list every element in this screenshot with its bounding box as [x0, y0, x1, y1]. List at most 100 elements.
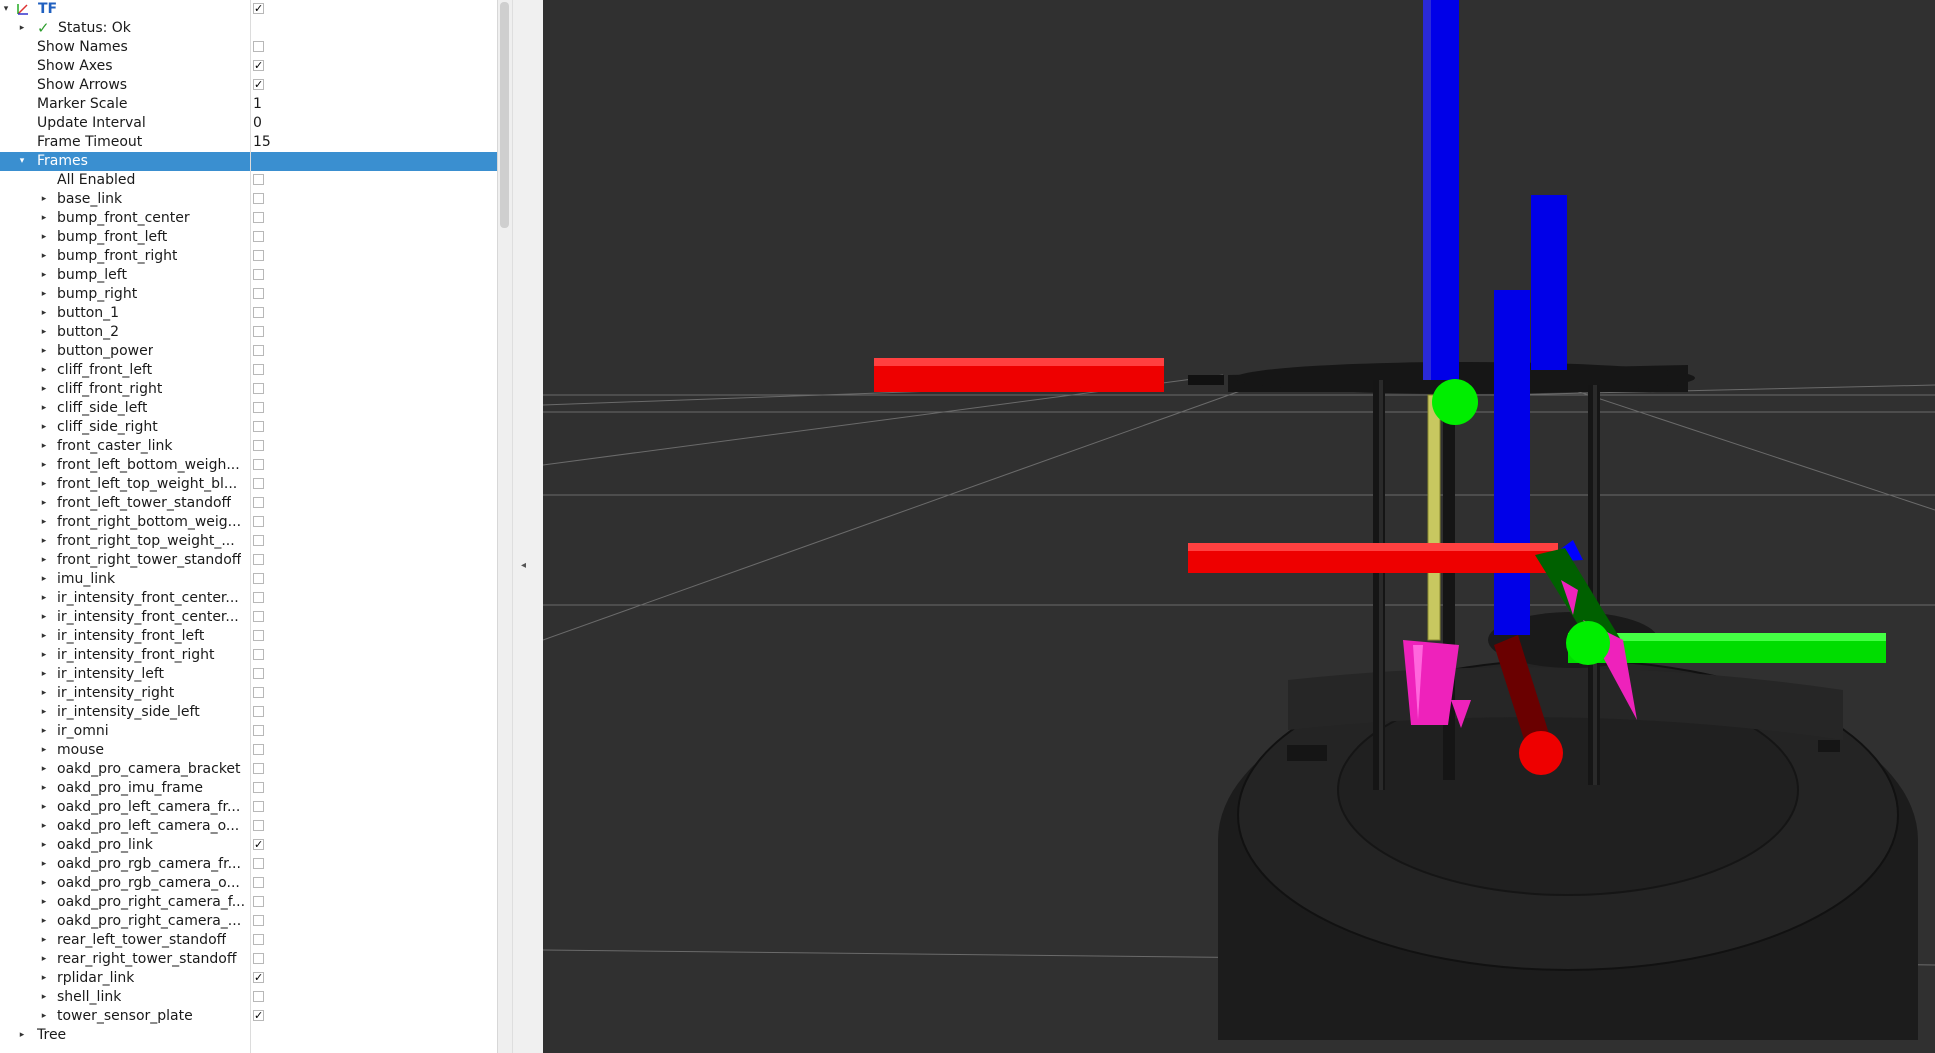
- frame-row[interactable]: ▸ base_link: [0, 190, 497, 209]
- marker-scale-value[interactable]: 1: [253, 95, 262, 114]
- frame-row[interactable]: ▸ bump_front_center: [0, 209, 497, 228]
- frame-enabled-checkbox[interactable]: [253, 307, 264, 318]
- expand-arrow-icon[interactable]: ▸: [39, 703, 49, 722]
- frame-enabled-checkbox[interactable]: [253, 763, 264, 774]
- frame-row[interactable]: ▸ imu_link: [0, 570, 497, 589]
- frame-row[interactable]: ▸ ir_intensity_front_center...: [0, 608, 497, 627]
- frame-enabled-checkbox[interactable]: [253, 744, 264, 755]
- expand-arrow-icon[interactable]: ▸: [39, 418, 49, 437]
- expand-arrow-icon[interactable]: ▸: [39, 342, 49, 361]
- frame-row[interactable]: ▸ front_left_tower_standoff: [0, 494, 497, 513]
- frame-row[interactable]: ▸ oakd_pro_camera_bracket: [0, 760, 497, 779]
- frame-row[interactable]: ▸ oakd_pro_right_camera_...: [0, 912, 497, 931]
- expand-arrow-icon[interactable]: ▸: [39, 798, 49, 817]
- frame-enabled-checkbox[interactable]: [253, 858, 264, 869]
- expand-arrow-icon[interactable]: ▸: [39, 931, 49, 950]
- frame-enabled-checkbox[interactable]: [253, 611, 264, 622]
- frame-enabled-checkbox[interactable]: [253, 516, 264, 527]
- expand-arrow-icon[interactable]: ▸: [39, 437, 49, 456]
- frame-enabled-checkbox[interactable]: [253, 649, 264, 660]
- frame-enabled-checkbox[interactable]: [253, 402, 264, 413]
- frame-row[interactable]: ▸ bump_right: [0, 285, 497, 304]
- all-enabled-row[interactable]: All Enabled: [0, 171, 497, 190]
- expand-arrow-icon[interactable]: ▸: [39, 1007, 49, 1026]
- panel-scrollbar[interactable]: [497, 0, 512, 1053]
- frame-enabled-checkbox[interactable]: [253, 782, 264, 793]
- frame-row[interactable]: ▸ front_right_top_weight_...: [0, 532, 497, 551]
- frame-enabled-checkbox[interactable]: [253, 497, 264, 508]
- frame-enabled-checkbox[interactable]: [253, 326, 264, 337]
- expand-arrow-icon[interactable]: ▸: [39, 475, 49, 494]
- property-row-update-interval[interactable]: Update Interval 0: [0, 114, 497, 133]
- frame-enabled-checkbox[interactable]: [253, 193, 264, 204]
- frame-enabled-checkbox[interactable]: [253, 573, 264, 584]
- all-enabled-checkbox[interactable]: [253, 174, 264, 185]
- frame-enabled-checkbox[interactable]: ✓: [253, 1010, 264, 1021]
- expand-arrow-icon[interactable]: ▸: [39, 893, 49, 912]
- column-divider[interactable]: [250, 0, 251, 1053]
- property-row-show-axes[interactable]: Show Axes ✓: [0, 57, 497, 76]
- expand-arrow-icon[interactable]: ▸: [39, 361, 49, 380]
- frame-enabled-checkbox[interactable]: [253, 478, 264, 489]
- frame-row[interactable]: ▸ oakd_pro_left_camera_fr...: [0, 798, 497, 817]
- expand-arrow-icon[interactable]: ▸: [39, 494, 49, 513]
- frame-enabled-checkbox[interactable]: [253, 820, 264, 831]
- frame-enabled-checkbox[interactable]: ✓: [253, 972, 264, 983]
- frame-enabled-checkbox[interactable]: [253, 364, 264, 375]
- expand-arrow-icon[interactable]: ▸: [39, 608, 49, 627]
- frame-row[interactable]: ▸ button_1: [0, 304, 497, 323]
- frame-row[interactable]: ▸ cliff_side_right: [0, 418, 497, 437]
- frame-row[interactable]: ▸ front_left_top_weight_bl...: [0, 475, 497, 494]
- frame-enabled-checkbox[interactable]: ✓: [253, 839, 264, 850]
- frame-row[interactable]: ▸ tower_sensor_plate ✓: [0, 1007, 497, 1026]
- frame-enabled-checkbox[interactable]: [253, 687, 264, 698]
- expand-arrow-icon[interactable]: ▸: [39, 627, 49, 646]
- frame-row[interactable]: ▸ ir_intensity_right: [0, 684, 497, 703]
- frame-row[interactable]: ▸ oakd_pro_rgb_camera_o...: [0, 874, 497, 893]
- frame-enabled-checkbox[interactable]: [253, 915, 264, 926]
- frame-enabled-checkbox[interactable]: [253, 231, 264, 242]
- expand-arrow-icon[interactable]: ▸: [39, 646, 49, 665]
- frame-enabled-checkbox[interactable]: [253, 250, 264, 261]
- frame-row[interactable]: ▸ front_right_tower_standoff: [0, 551, 497, 570]
- expand-arrow-icon[interactable]: ▸: [39, 247, 49, 266]
- frame-row[interactable]: ▸ rplidar_link ✓: [0, 969, 497, 988]
- show-arrows-checkbox[interactable]: ✓: [253, 79, 264, 90]
- frame-row[interactable]: ▸ shell_link: [0, 988, 497, 1007]
- frame-enabled-checkbox[interactable]: [253, 288, 264, 299]
- expand-arrow-icon[interactable]: ▸: [39, 969, 49, 988]
- frame-enabled-checkbox[interactable]: [253, 383, 264, 394]
- frame-row[interactable]: ▸ mouse: [0, 741, 497, 760]
- expand-arrow-icon[interactable]: ▸: [17, 1026, 27, 1045]
- frame-row[interactable]: ▸ oakd_pro_rgb_camera_fr...: [0, 855, 497, 874]
- property-row-frame-timeout[interactable]: Frame Timeout 15: [0, 133, 497, 152]
- expand-arrow-icon[interactable]: ▸: [39, 532, 49, 551]
- frame-row[interactable]: ▸ ir_intensity_front_center...: [0, 589, 497, 608]
- frame-enabled-checkbox[interactable]: [253, 440, 264, 451]
- expand-arrow-icon[interactable]: ▸: [39, 836, 49, 855]
- collapse-left-icon[interactable]: ◂: [521, 560, 526, 571]
- frame-enabled-checkbox[interactable]: [253, 877, 264, 888]
- render-scene[interactable]: [543, 0, 1935, 1053]
- frame-enabled-checkbox[interactable]: [253, 706, 264, 717]
- frame-enabled-checkbox[interactable]: [253, 554, 264, 565]
- frame-row[interactable]: ▸ ir_intensity_front_right: [0, 646, 497, 665]
- expand-arrow-icon[interactable]: ▸: [39, 190, 49, 209]
- expand-arrow-icon[interactable]: ▸: [39, 874, 49, 893]
- expand-arrow-icon[interactable]: ▸: [39, 209, 49, 228]
- frame-enabled-checkbox[interactable]: [253, 421, 264, 432]
- expand-arrow-icon[interactable]: ▸: [17, 19, 27, 38]
- expand-arrow-icon[interactable]: ▸: [39, 760, 49, 779]
- expand-arrow-icon[interactable]: ▸: [39, 456, 49, 475]
- expand-arrow-icon[interactable]: ▸: [39, 684, 49, 703]
- frame-row[interactable]: ▸ oakd_pro_imu_frame: [0, 779, 497, 798]
- scrollbar-thumb[interactable]: [500, 2, 509, 228]
- display-enabled-checkbox[interactable]: ✓: [253, 3, 264, 14]
- expand-arrow-icon[interactable]: ▸: [39, 304, 49, 323]
- frame-enabled-checkbox[interactable]: [253, 535, 264, 546]
- tree-row[interactable]: ▸ Tree: [0, 1026, 497, 1045]
- expand-arrow-icon[interactable]: ▸: [39, 380, 49, 399]
- expand-arrow-icon[interactable]: ▸: [39, 551, 49, 570]
- expand-arrow-icon[interactable]: ▸: [39, 323, 49, 342]
- frame-row[interactable]: ▸ bump_front_left: [0, 228, 497, 247]
